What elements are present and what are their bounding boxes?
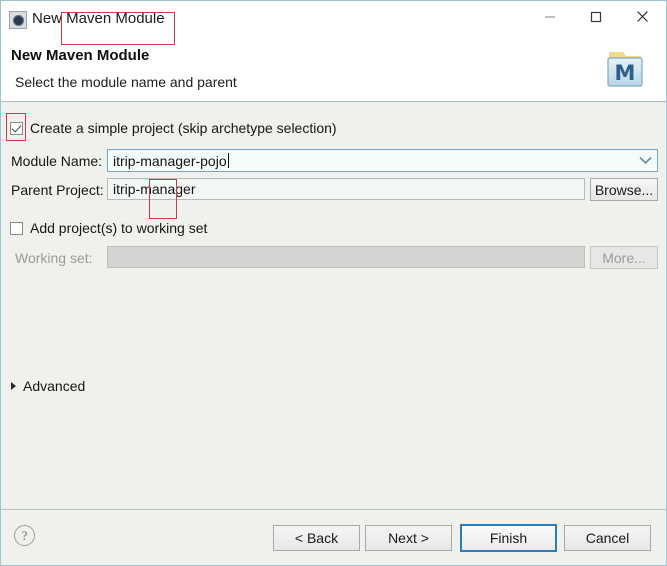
module-name-input[interactable]: itrip-manager-pojo bbox=[107, 149, 658, 172]
simple-project-checkbox-row[interactable]: Create a simple project (skip archetype … bbox=[10, 120, 337, 136]
module-name-value: itrip-manager-pojo bbox=[113, 152, 227, 169]
browse-button[interactable]: Browse... bbox=[590, 178, 658, 201]
add-to-working-set-checkbox[interactable] bbox=[10, 221, 23, 235]
working-set-label: Working set: bbox=[15, 250, 93, 266]
page-subtitle: Select the module name and parent bbox=[15, 74, 237, 90]
dialog-footer: ? < Back Next > Finish Cancel bbox=[1, 509, 666, 565]
svg-text:M: M bbox=[615, 61, 636, 85]
dialog-body: Create a simple project (skip archetype … bbox=[1, 102, 666, 509]
parent-project-value: itrip-manager bbox=[113, 181, 196, 197]
title-bar: New Maven Module bbox=[1, 1, 666, 41]
minimize-button[interactable] bbox=[527, 1, 573, 32]
chevron-right-icon bbox=[11, 382, 16, 390]
module-name-label: Module Name: bbox=[11, 153, 103, 169]
new-maven-module-dialog: New Maven Module New Maven Module Select… bbox=[0, 0, 667, 566]
maximize-button[interactable] bbox=[573, 1, 619, 32]
add-to-working-set-row[interactable]: Add project(s) to working set bbox=[10, 220, 207, 236]
next-button[interactable]: Next > bbox=[365, 525, 452, 551]
help-icon[interactable]: ? bbox=[14, 525, 35, 546]
maven-module-icon: M bbox=[599, 44, 651, 94]
eclipse-wizard-icon bbox=[9, 11, 27, 29]
parent-project-label: Parent Project: bbox=[11, 182, 104, 198]
text-caret bbox=[227, 153, 229, 168]
working-set-more-button: More... bbox=[590, 246, 658, 269]
back-button[interactable]: < Back bbox=[273, 525, 360, 551]
module-name-dropdown[interactable] bbox=[639, 150, 652, 171]
advanced-label: Advanced bbox=[23, 378, 86, 394]
chevron-down-icon bbox=[639, 156, 652, 165]
add-to-working-set-label: Add project(s) to working set bbox=[30, 220, 208, 236]
parent-project-input[interactable]: itrip-manager bbox=[107, 178, 585, 200]
finish-button[interactable]: Finish bbox=[460, 524, 557, 552]
close-icon[interactable] bbox=[619, 1, 665, 32]
window-title: New Maven Module bbox=[32, 10, 165, 27]
advanced-toggle[interactable]: Advanced bbox=[11, 378, 85, 394]
simple-project-checkbox[interactable] bbox=[10, 121, 23, 135]
cancel-button[interactable]: Cancel bbox=[564, 525, 651, 551]
wizard-header: New Maven Module Select the module name … bbox=[1, 41, 666, 102]
simple-project-label: Create a simple project (skip archetype … bbox=[30, 120, 337, 136]
page-title: New Maven Module bbox=[11, 47, 150, 64]
working-set-input bbox=[107, 246, 585, 268]
